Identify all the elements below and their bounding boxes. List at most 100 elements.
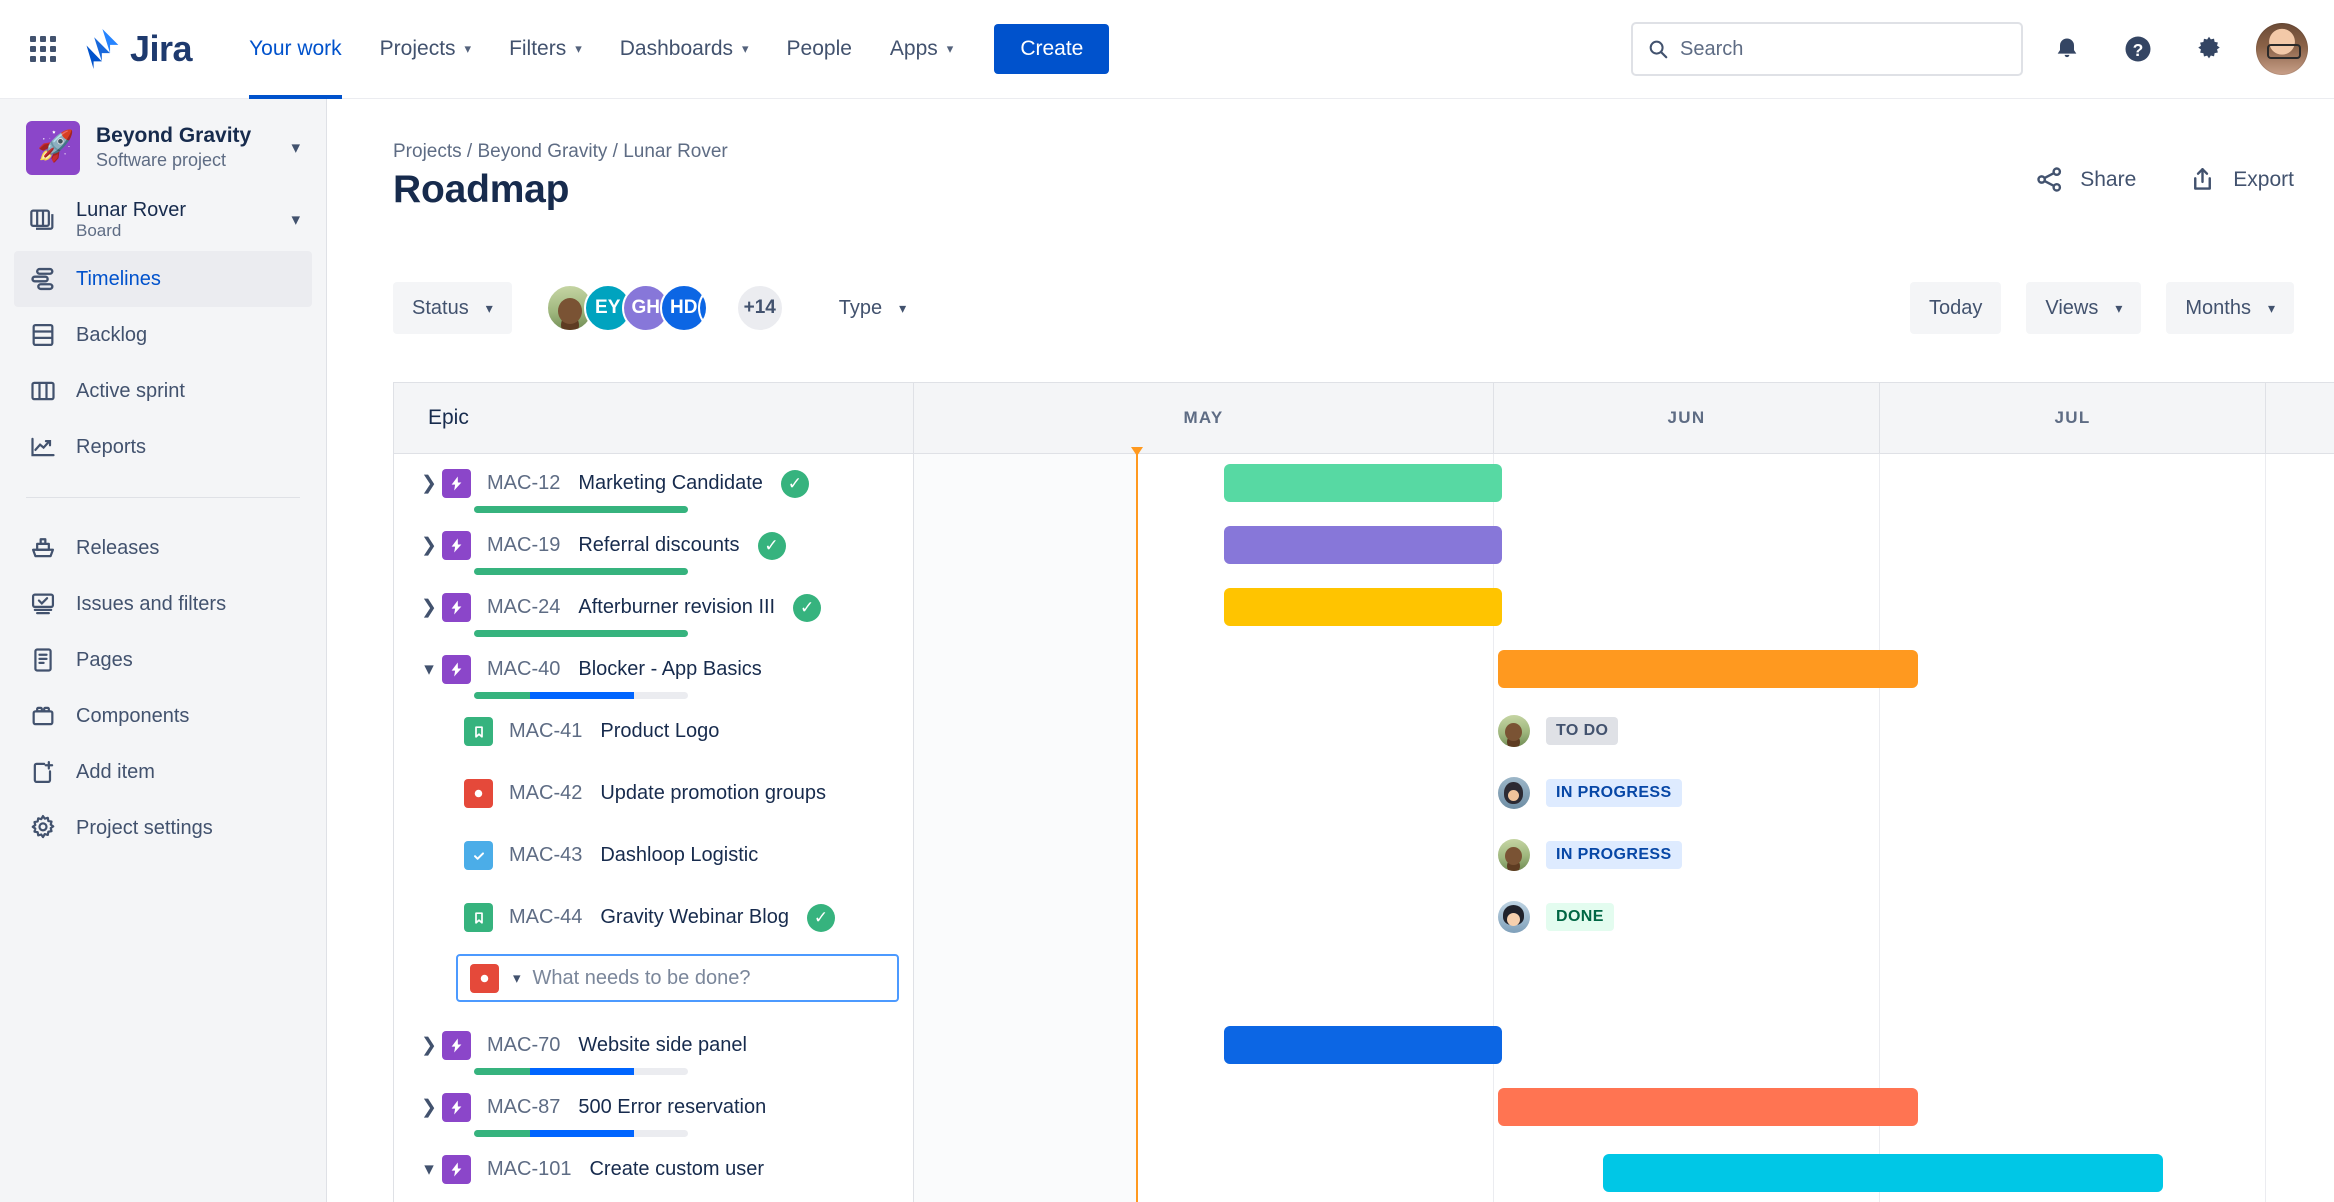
settings-gear-icon[interactable] bbox=[2182, 22, 2236, 76]
main-content: Projects / Beyond Gravity / Lunar Rover … bbox=[327, 99, 2334, 1202]
search-placeholder: Search bbox=[1680, 37, 1744, 60]
row-issue-cell[interactable]: MAC-44 Gravity Webinar Blog ✓ bbox=[394, 894, 913, 941]
table-row[interactable]: MAC-41 Product Logo TO DO bbox=[394, 708, 2334, 755]
row-epic-cell[interactable]: ▾ MAC-40 Blocker - App Basics bbox=[394, 646, 913, 693]
timeline-bar[interactable] bbox=[1498, 1088, 1918, 1126]
table-row[interactable]: MAC-44 Gravity Webinar Blog ✓ DONE bbox=[394, 894, 2334, 941]
inline-create-input[interactable]: ▾ What needs to be done? bbox=[456, 954, 899, 1002]
project-header[interactable]: 🚀 Beyond Gravity Software project ▾ bbox=[0, 99, 326, 189]
bug-icon[interactable] bbox=[470, 963, 499, 993]
nav-item-people[interactable]: People bbox=[768, 0, 871, 99]
breadcrumb[interactable]: Projects / Beyond Gravity / Lunar Rover bbox=[393, 141, 728, 163]
jira-mark-icon bbox=[86, 29, 119, 69]
grid-apps-icon[interactable] bbox=[26, 32, 60, 66]
row-epic-cell[interactable]: ❯ MAC-24 Afterburner revision III ✓ bbox=[394, 584, 913, 631]
chevron-right-icon[interactable]: ❯ bbox=[416, 1096, 442, 1119]
timeline-bar[interactable] bbox=[1498, 650, 1918, 688]
chevron-down-icon[interactable]: ▾ bbox=[291, 210, 300, 230]
views-dropdown[interactable]: Views ▾ bbox=[2026, 282, 2142, 334]
sidebar-item-pages[interactable]: Pages bbox=[14, 632, 312, 688]
create-button[interactable]: Create bbox=[994, 24, 1110, 74]
settings-gear-icon bbox=[26, 811, 60, 845]
row-epic-cell[interactable]: ❯ MAC-12 Marketing Candidate ✓ bbox=[394, 460, 913, 507]
row-issue-cell[interactable]: MAC-41 Product Logo bbox=[394, 708, 913, 755]
issue-summary: Dashloop Logistic bbox=[600, 844, 759, 866]
sidebar-item-active-sprint[interactable]: Active sprint bbox=[14, 363, 312, 419]
issue-summary: Create custom user bbox=[589, 1158, 764, 1180]
issue-summary: Product Logo bbox=[600, 720, 720, 742]
epic-progress-bar bbox=[474, 568, 688, 575]
chevron-down-icon[interactable]: ▾ bbox=[416, 1158, 442, 1181]
share-button[interactable]: Share bbox=[2035, 165, 2136, 194]
type-filter-dropdown[interactable]: Type ▾ bbox=[820, 282, 925, 334]
table-row[interactable]: ❯ MAC-12 Marketing Candidate ✓ bbox=[394, 460, 2334, 507]
today-marker-line bbox=[1131, 447, 1143, 1202]
months-zoom-dropdown[interactable]: Months ▾ bbox=[2166, 282, 2294, 334]
chevron-down-icon[interactable]: ▾ bbox=[416, 658, 442, 681]
help-icon[interactable]: ? bbox=[2111, 22, 2165, 76]
table-row[interactable]: ❯ MAC-19 Referral discounts ✓ bbox=[394, 522, 2334, 569]
sidebar-item-project-settings[interactable]: Project settings bbox=[14, 800, 312, 856]
avatar-overflow-count[interactable]: +14 bbox=[735, 284, 784, 332]
chevron-right-icon[interactable]: ❯ bbox=[416, 534, 442, 557]
sidebar-item-board[interactable]: Lunar Rover Board ▾ bbox=[14, 189, 312, 251]
chevron-right-icon[interactable]: ❯ bbox=[416, 596, 442, 619]
sidebar-item-reports[interactable]: Reports bbox=[14, 419, 312, 475]
timeline-bar[interactable] bbox=[1603, 1154, 2163, 1192]
avatar bbox=[1498, 777, 1530, 809]
sidebar-item-label: Add item bbox=[76, 760, 155, 783]
row-epic-cell[interactable]: ▾ MAC-101 Create custom user bbox=[394, 1146, 913, 1193]
nav-item-dashboards[interactable]: Dashboards ▾ bbox=[601, 0, 768, 99]
row-issue-cell[interactable]: MAC-42 Update promotion groups bbox=[394, 770, 913, 817]
inline-create-row[interactable]: ▾ What needs to be done? bbox=[394, 954, 2334, 1006]
table-row[interactable]: ❯ MAC-70 Website side panel bbox=[394, 1022, 2334, 1069]
table-row[interactable]: ❯ MAC-87 500 Error reservation bbox=[394, 1084, 2334, 1131]
avatar-initials: EY bbox=[595, 297, 621, 318]
story-icon bbox=[464, 903, 493, 932]
sidebar-item-backlog[interactable]: Backlog bbox=[14, 307, 312, 363]
primary-nav-items: Your work Projects ▾ Filters ▾ Dashboard… bbox=[230, 0, 972, 99]
row-issue-cell[interactable]: MAC-43 Dashloop Logistic bbox=[394, 832, 913, 879]
table-row[interactable]: MAC-43 Dashloop Logistic IN PROGRESS bbox=[394, 832, 2334, 879]
sidebar-item-components[interactable]: Components bbox=[14, 688, 312, 744]
user-avatar[interactable] bbox=[2256, 23, 2308, 75]
today-button[interactable]: Today bbox=[1909, 282, 2002, 334]
row-epic-cell[interactable]: ❯ MAC-70 Website side panel bbox=[394, 1022, 913, 1069]
notifications-bell-icon[interactable] bbox=[2040, 22, 2094, 76]
issue-status-lozenge[interactable]: IN PROGRESS bbox=[1498, 774, 1682, 812]
jira-logo[interactable]: Jira bbox=[84, 28, 193, 70]
chevron-down-icon[interactable]: ▾ bbox=[291, 138, 300, 158]
chevron-right-icon[interactable]: ❯ bbox=[416, 1034, 442, 1057]
timeline-bar[interactable] bbox=[1224, 526, 1502, 564]
story-icon bbox=[464, 717, 493, 746]
nav-label: Dashboards bbox=[619, 37, 733, 60]
issue-status-lozenge[interactable]: DONE bbox=[1498, 898, 1614, 936]
table-row[interactable]: ▾ MAC-40 Blocker - App Basics bbox=[394, 646, 2334, 693]
row-epic-cell[interactable]: ❯ MAC-87 500 Error reservation bbox=[394, 1084, 913, 1131]
nav-item-filters[interactable]: Filters ▾ bbox=[490, 0, 601, 99]
table-row[interactable]: ❯ MAC-24 Afterburner revision III ✓ bbox=[394, 584, 2334, 631]
table-row[interactable]: ▾ MAC-101 Create custom user bbox=[394, 1146, 2334, 1193]
sidebar-item-add-item[interactable]: Add item bbox=[14, 744, 312, 800]
search-input[interactable]: Search bbox=[1631, 22, 2023, 76]
timeline-bar[interactable] bbox=[1224, 1026, 1502, 1064]
chevron-down-icon[interactable]: ▾ bbox=[513, 969, 521, 987]
timeline-bar[interactable] bbox=[1224, 464, 1502, 502]
chevron-right-icon[interactable]: ❯ bbox=[416, 472, 442, 495]
sidebar-item-label: Timelines bbox=[76, 267, 161, 290]
timeline-bar[interactable] bbox=[1224, 588, 1502, 626]
nav-item-your-work[interactable]: Your work bbox=[230, 0, 361, 99]
sidebar-item-releases[interactable]: Releases bbox=[14, 520, 312, 576]
issue-status-lozenge[interactable]: IN PROGRESS bbox=[1498, 836, 1682, 874]
sidebar-item-issues-and-filters[interactable]: Issues and filters bbox=[14, 576, 312, 632]
issue-status-lozenge[interactable]: TO DO bbox=[1498, 712, 1619, 750]
top-navigation-bar: Jira Your work Projects ▾ Filters ▾ Dash… bbox=[0, 0, 2334, 99]
row-epic-cell[interactable]: ❯ MAC-19 Referral discounts ✓ bbox=[394, 522, 913, 569]
export-button[interactable]: Export bbox=[2188, 165, 2294, 194]
issue-summary: Afterburner revision III bbox=[578, 596, 776, 618]
nav-item-projects[interactable]: Projects ▾ bbox=[361, 0, 490, 99]
sidebar-item-timelines[interactable]: Timelines bbox=[14, 251, 312, 307]
table-row[interactable]: MAC-42 Update promotion groups IN PROGRE… bbox=[394, 770, 2334, 817]
status-filter-dropdown[interactable]: Status ▾ bbox=[393, 282, 512, 334]
nav-item-apps[interactable]: Apps ▾ bbox=[871, 0, 972, 99]
